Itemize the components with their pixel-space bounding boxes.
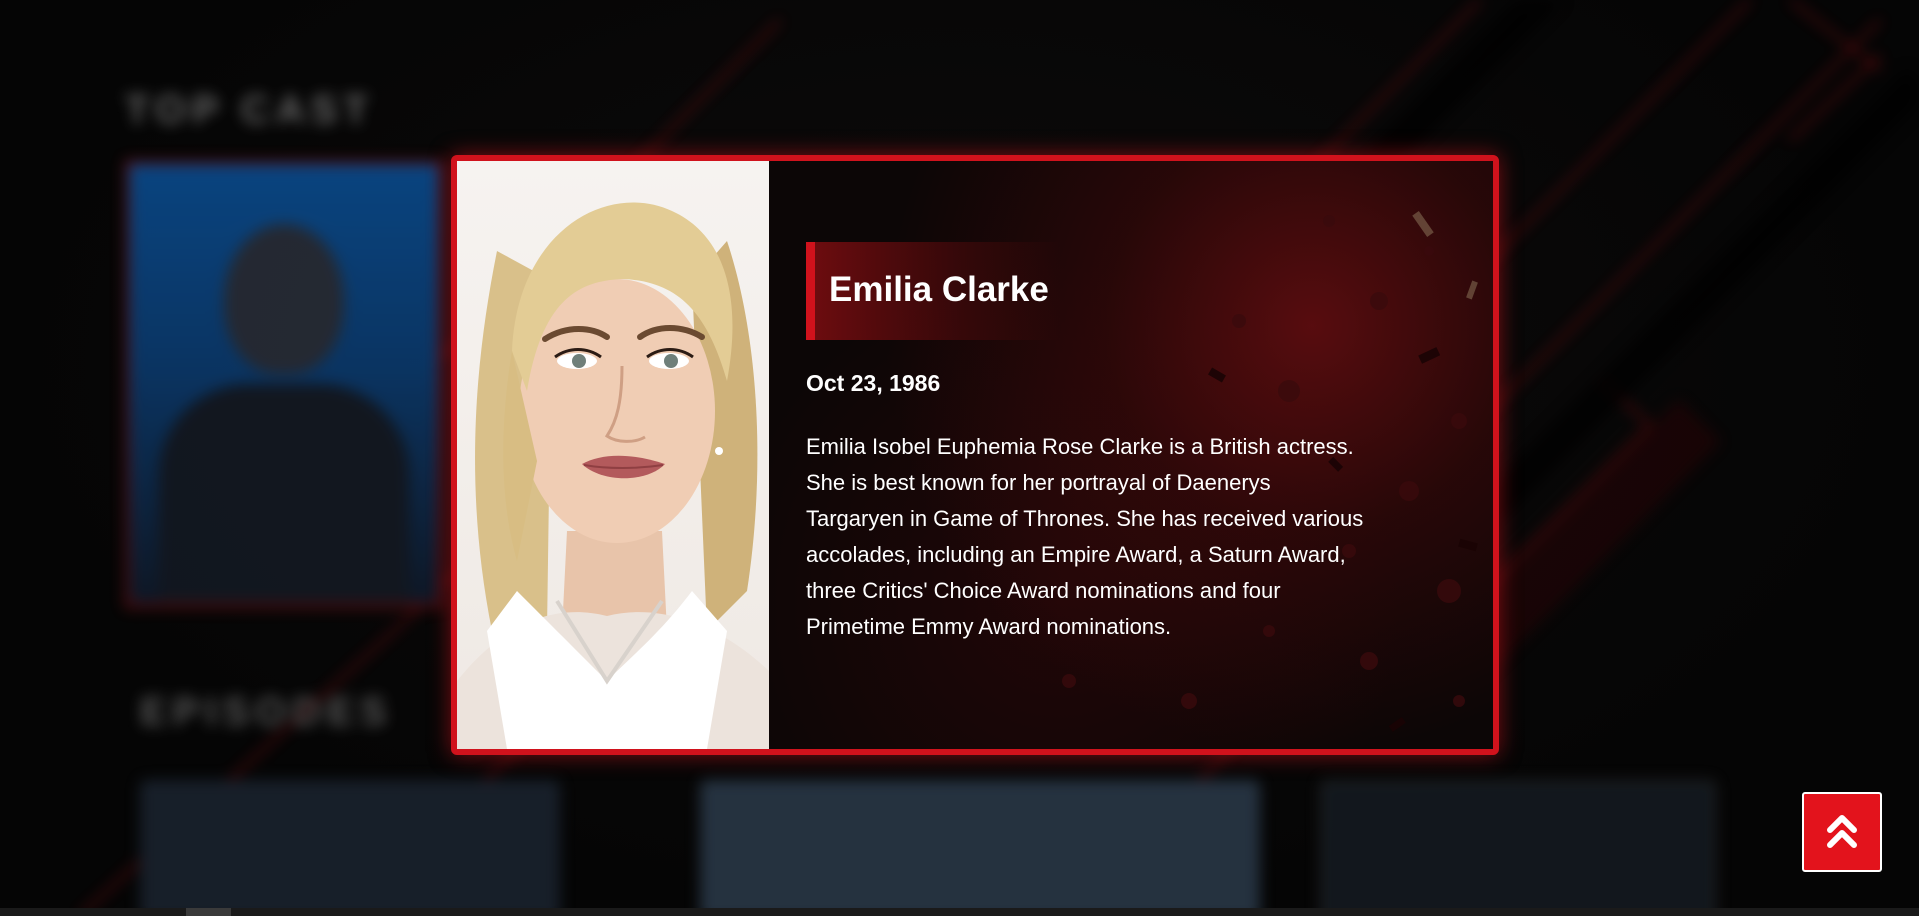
actor-biography: Emilia Isobel Euphemia Rose Clarke is a … bbox=[806, 434, 1364, 639]
page: TOP CAST EPISODES Emilia Clarke Oct 23, … bbox=[0, 0, 1919, 916]
actor-photo bbox=[457, 161, 769, 749]
background-section-title-2: EPISODES bbox=[140, 690, 393, 734]
actor-birth-date: Oct 23, 1986 bbox=[806, 370, 941, 396]
background-section-title: TOP CAST bbox=[125, 88, 374, 132]
background-cast-body bbox=[159, 384, 409, 604]
actor-detail-modal: Emilia Clarke Oct 23, 1986 Emilia Isobel… bbox=[451, 155, 1499, 755]
background-thumbnail bbox=[140, 780, 560, 916]
double-chevron-up-icon bbox=[1827, 815, 1857, 848]
horizontal-scrollbar[interactable] bbox=[0, 908, 1919, 916]
actor-info-panel: Emilia Clarke Oct 23, 1986 Emilia Isobel… bbox=[769, 161, 1493, 749]
scrollbar-thumb[interactable] bbox=[186, 908, 231, 916]
background-thumbnail bbox=[700, 780, 1260, 916]
actor-name: Emilia Clarke bbox=[829, 270, 1049, 309]
back-to-top-button[interactable] bbox=[1802, 792, 1882, 872]
background-cast-head bbox=[224, 224, 344, 374]
background-cast-card bbox=[125, 160, 443, 608]
background-thumbnail bbox=[1320, 780, 1716, 916]
actor-portrait-illustration bbox=[457, 202, 769, 749]
actor-name-plate: Emilia Clarke bbox=[806, 242, 1061, 340]
